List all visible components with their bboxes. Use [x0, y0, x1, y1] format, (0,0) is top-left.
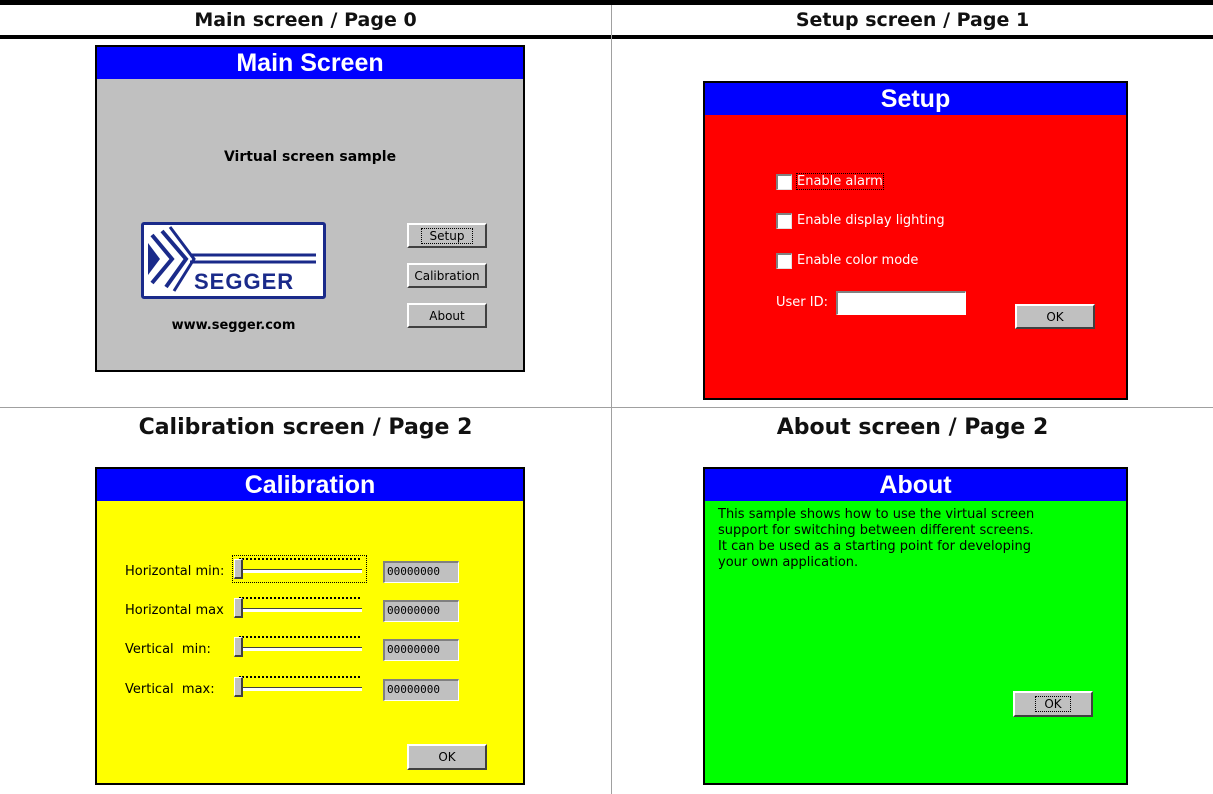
horizontal-max-label: Horizontal max — [125, 603, 224, 618]
setup-button-label: Setup — [420, 227, 474, 244]
about-button-label: About — [429, 308, 465, 323]
enable-display-lighting-checkbox[interactable] — [776, 213, 792, 229]
setup-button[interactable]: Setup — [407, 223, 487, 248]
horizontal-min-value: 00000000 — [383, 561, 459, 583]
slider-thumb[interactable] — [234, 559, 243, 579]
slider-ticks — [239, 676, 360, 682]
about-ok-button[interactable]: OK — [1013, 691, 1093, 717]
table-column-divider — [611, 5, 612, 794]
about-text-line: It can be used as a starting point for d… — [718, 539, 1031, 554]
about-text: This sample shows how to use the virtual… — [718, 507, 1034, 571]
enable-alarm-checkbox[interactable] — [776, 174, 792, 190]
about-text-line: your own application. — [718, 555, 859, 570]
setup-screen-header: Setup screen / Page 1 — [795, 9, 1030, 31]
enable-color-mode-label: Enable color mode — [797, 253, 919, 268]
horizontal-max-slider[interactable] — [233, 595, 366, 621]
user-id-input[interactable] — [836, 291, 966, 315]
horizontal-min-label: Horizontal min: — [125, 564, 225, 579]
vertical-min-slider[interactable] — [233, 634, 366, 660]
segger-url: www.segger.com — [171, 318, 296, 333]
segger-logo-text: SEGGER — [194, 269, 295, 294]
setup-ok-button[interactable]: OK — [1015, 304, 1095, 329]
enable-alarm-label: Enable alarm — [796, 173, 884, 190]
slider-track — [237, 569, 362, 573]
setup-screen-window: Setup Enable alarm Enable display lighti… — [703, 81, 1128, 400]
table-top-border — [0, 0, 1213, 5]
slider-track — [237, 687, 362, 691]
slider-thumb[interactable] — [234, 637, 243, 657]
table-row-divider — [0, 407, 1213, 408]
calibration-ok-button[interactable]: OK — [407, 744, 487, 770]
vertical-max-slider[interactable] — [233, 674, 366, 700]
vertical-max-value: 00000000 — [383, 679, 459, 701]
horizontal-min-slider[interactable] — [232, 555, 367, 583]
slider-ticks — [239, 558, 360, 564]
about-screen-header: About screen / Page 2 — [776, 415, 1049, 440]
calibration-screen-title: Calibration — [97, 469, 523, 501]
main-screen-window: Main Screen Virtual screen sample SEGGER… — [95, 45, 525, 372]
calibration-button[interactable]: Calibration — [407, 263, 487, 288]
slider-ticks — [239, 597, 360, 603]
horizontal-max-value: 00000000 — [383, 600, 459, 622]
main-screen-title: Main Screen — [97, 47, 523, 79]
slider-track — [237, 647, 362, 651]
about-screen-title: About — [705, 469, 1126, 501]
segger-logo: SEGGER — [141, 222, 326, 299]
about-ok-label: OK — [1035, 696, 1071, 712]
enable-display-lighting-label: Enable display lighting — [797, 213, 945, 228]
table-header-border — [0, 35, 1213, 39]
slider-ticks — [239, 636, 360, 642]
vertical-min-label: Vertical min: — [125, 642, 211, 657]
setup-ok-label: OK — [1046, 309, 1064, 324]
about-text-line: This sample shows how to use the virtual… — [718, 507, 1035, 522]
enable-color-mode-checkbox[interactable] — [776, 253, 792, 269]
calibration-screen-header: Calibration screen / Page 2 — [138, 415, 473, 440]
about-screen-window: About This sample shows how to use the v… — [703, 467, 1128, 785]
about-button[interactable]: About — [407, 303, 487, 328]
vertical-min-value: 00000000 — [383, 639, 459, 661]
calibration-screen-window: Calibration Horizontal min: 00000000 Hor… — [95, 467, 525, 785]
calibration-button-label: Calibration — [414, 268, 480, 283]
about-text-line: support for switching between different … — [718, 523, 1034, 538]
slider-thumb[interactable] — [234, 677, 243, 697]
slider-thumb[interactable] — [234, 598, 243, 618]
main-screen-header: Main screen / Page 0 — [194, 9, 417, 31]
user-id-label: User ID: — [776, 295, 828, 310]
calibration-ok-label: OK — [438, 750, 456, 764]
setup-screen-title: Setup — [705, 83, 1126, 115]
main-screen-subtitle: Virtual screen sample — [223, 149, 397, 165]
slider-track — [237, 608, 362, 612]
vertical-max-label: Vertical max: — [125, 682, 215, 697]
